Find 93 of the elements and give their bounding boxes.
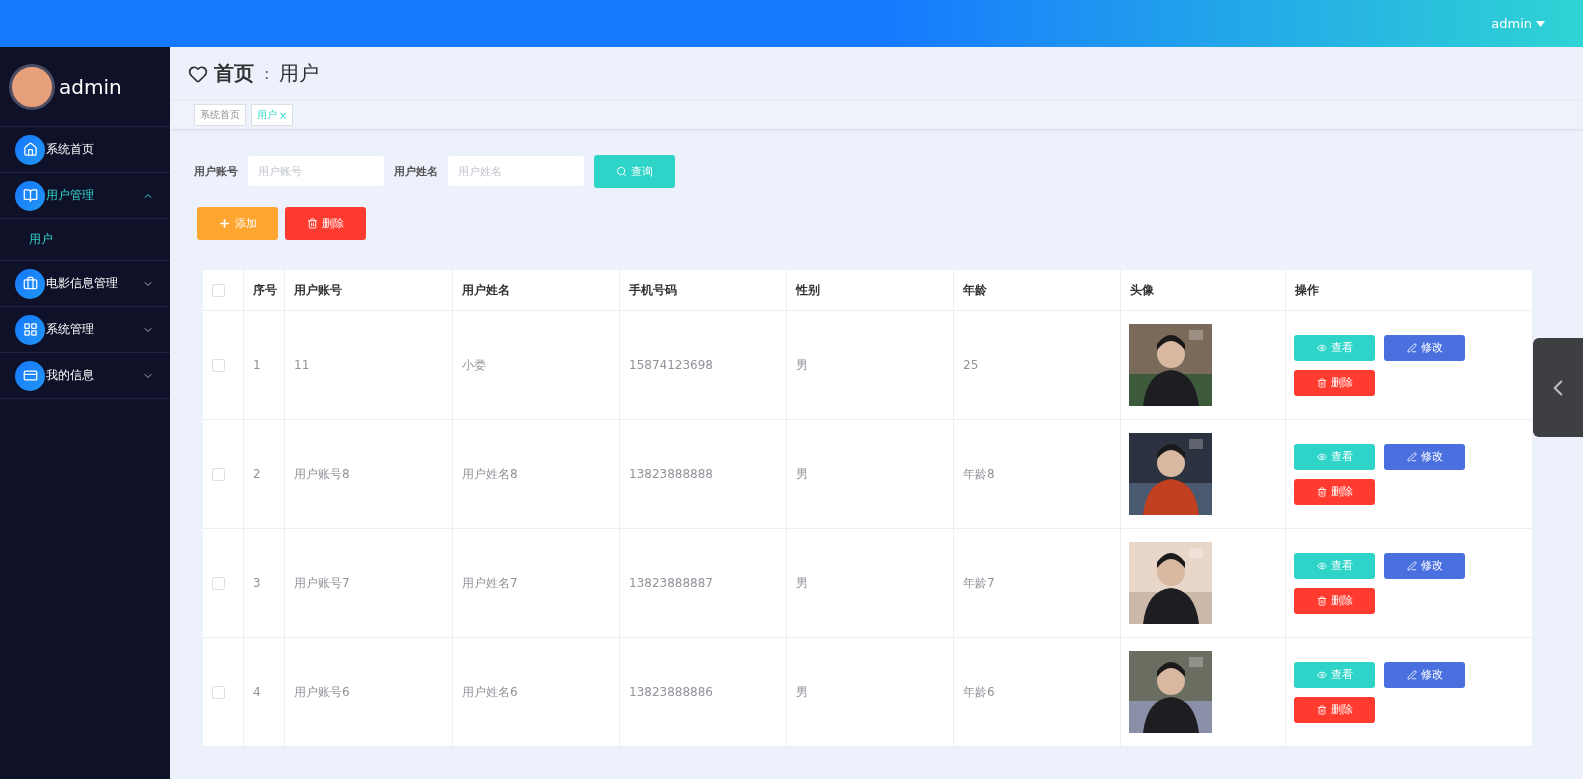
table-cell: 用户账号6 [294,683,350,701]
delete-button[interactable]: 删除 [1294,587,1375,614]
breadcrumb-separator: : [264,64,270,83]
edit-button[interactable]: 修改 [1384,334,1465,361]
plus-icon [218,217,231,230]
column-header: 用户账号 [285,270,453,310]
column-header: 手机号码 [620,270,787,310]
search-button[interactable]: 查询 [594,154,675,188]
user-menu[interactable]: admin [1491,16,1545,31]
input-field[interactable]: 用户姓名 [447,155,585,187]
view-button[interactable]: 查看 [1294,661,1375,688]
table-cell: 男 [796,465,808,483]
table-cell: 13823888886 [629,685,713,699]
menu-item[interactable]: 用户管理 [0,173,170,219]
edit-button[interactable]: 修改 [1384,661,1465,688]
table-cell: 男 [796,574,808,592]
menu-item[interactable]: 电影信息管理 [0,261,170,307]
column-header: 操作 [1286,270,1533,310]
pen-icon [1406,669,1417,680]
table-cell: 用户姓名7 [462,574,518,592]
eye-icon [1316,560,1327,571]
table-cell: 3 [253,576,261,590]
breadcrumb-home[interactable]: 首页 [214,60,254,87]
search-icon [616,165,627,177]
breadcrumb-current: 用户 [279,60,320,87]
field-label: 用户账号 [194,163,238,179]
close-icon[interactable]: × [279,109,288,121]
trash-icon [1316,595,1327,606]
table-cell: 用户姓名8 [462,465,518,483]
profile-name: admin [59,74,122,99]
trash-icon [1316,704,1327,715]
checkbox[interactable] [212,576,225,590]
edit-button[interactable]: 修改 [1384,443,1465,470]
checkbox[interactable] [212,467,225,481]
column-header: 用户姓名 [453,270,620,310]
briefcase-icon [15,268,45,299]
table-cell: 小娄 [462,356,486,374]
home-icon [15,134,45,165]
tab[interactable]: 系统首页 [194,104,246,126]
eye-icon [1316,669,1327,680]
side-panel-toggle[interactable] [1533,338,1583,437]
delete-button[interactable]: 删除 [1294,478,1375,505]
table-cell: 11 [294,358,310,372]
column-header: 年龄 [954,270,1121,310]
checkbox[interactable] [212,685,225,699]
table-cell: 男 [796,356,808,374]
pen-icon [1406,560,1417,571]
delete-button[interactable]: 删除 [285,207,366,240]
menu-item[interactable]: 系统首页 [0,127,170,173]
trash-icon [1316,486,1327,497]
table-cell: 年龄7 [963,574,995,592]
grid-icon [15,314,45,345]
table-cell: 年龄6 [963,683,995,701]
book-icon [15,180,45,211]
avatar [9,63,55,110]
table-cell: 2 [253,467,261,481]
view-button[interactable]: 查看 [1294,334,1375,361]
delete-button[interactable]: 删除 [1294,696,1375,723]
checkbox[interactable] [212,283,225,297]
table-cell: 男 [796,683,808,701]
tab[interactable]: 用户 × [251,104,294,126]
menu-item[interactable]: 系统管理 [0,307,170,353]
table-cell: 13823888888 [629,467,713,481]
menu-item[interactable]: 我的信息 [0,353,170,399]
submenu-item[interactable]: 用户 [0,219,170,261]
table-cell: 4 [253,685,261,699]
column-header: 序号 [244,270,285,310]
pen-icon [1406,451,1417,462]
heart-icon [188,63,208,84]
table-cell: 用户账号7 [294,574,350,592]
field-label: 用户姓名 [394,163,438,179]
add-button[interactable]: 添加 [197,207,278,240]
delete-button[interactable]: 删除 [1294,369,1375,396]
checkbox[interactable] [212,358,225,372]
table-cell: 用户姓名6 [462,683,518,701]
caret-icon [1536,20,1545,27]
table-cell: 1 [253,358,261,372]
pen-icon [1406,342,1417,353]
table-cell: 用户账号8 [294,465,350,483]
card-icon [15,360,45,391]
column-header: 头像 [1121,270,1286,310]
trash-icon [307,218,318,229]
table-cell: 15874123698 [629,358,713,372]
table-cell: 13823888887 [629,576,713,590]
table-cell: 年龄8 [963,465,995,483]
trash-icon [1316,377,1327,388]
edit-button[interactable]: 修改 [1384,552,1465,579]
view-button[interactable]: 查看 [1294,552,1375,579]
eye-icon [1316,451,1327,462]
view-button[interactable]: 查看 [1294,443,1375,470]
table-cell: 25 [963,358,979,372]
column-header: 性别 [787,270,954,310]
eye-icon [1316,342,1327,353]
